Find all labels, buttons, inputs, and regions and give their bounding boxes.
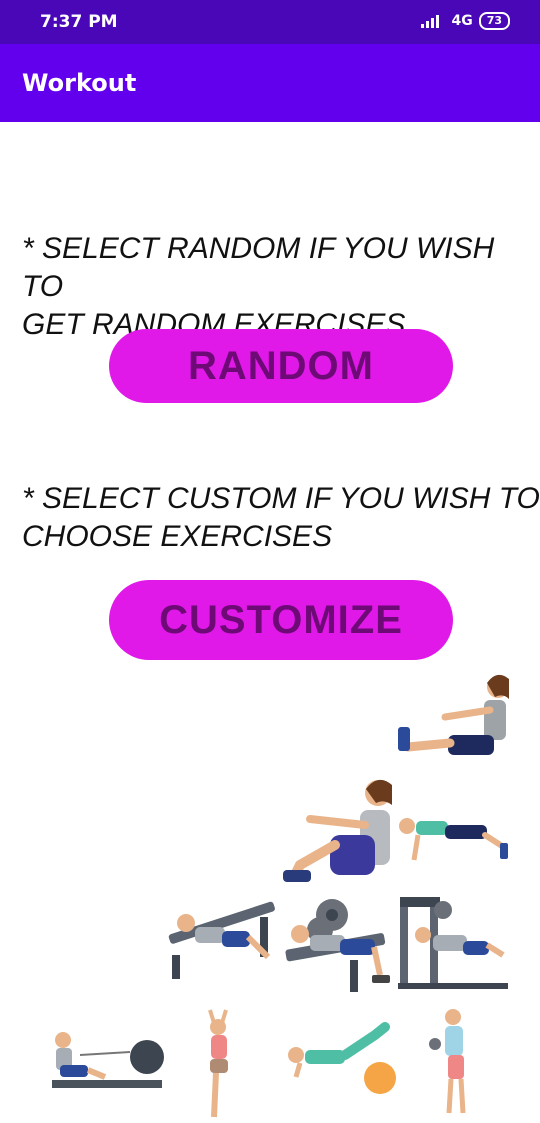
- v-sit-man-figure: [398, 674, 509, 755]
- custom-instruction: * SELECT CUSTOM IF YOU WISH TO CHOOSE EX…: [22, 480, 540, 556]
- big-v-sit-man-figure: [283, 779, 392, 882]
- dumbbell-man-figure: [429, 1009, 466, 1114]
- pushup-figure: [399, 818, 508, 861]
- status-icons: 4G 73: [421, 12, 510, 30]
- battery-level: 73: [486, 14, 502, 27]
- customize-button[interactable]: CUSTOMIZE: [109, 580, 453, 660]
- status-time: 7:37 PM: [40, 12, 118, 32]
- incline-bench-figure: [168, 901, 275, 979]
- machine-press-figure: [398, 897, 508, 989]
- custom-instruction-line-2: CHOOSE EXERCISES: [22, 520, 333, 553]
- bench-press-figure: [285, 899, 390, 992]
- page-title: Workout: [22, 69, 137, 97]
- yoga-pose-figure: [208, 1009, 228, 1118]
- custom-instruction-line-1: * SELECT CUSTOM IF YOU WISH TO: [22, 482, 540, 515]
- random-instruction: * SELECT RANDOM IF YOU WISH TO GET RANDO…: [22, 230, 540, 344]
- random-instruction-line-1: * SELECT RANDOM IF YOU WISH TO: [22, 232, 495, 303]
- rowing-machine-figure: [52, 1032, 164, 1088]
- workout-exercises-illustration: [52, 674, 509, 1118]
- battery-icon: 73: [478, 12, 510, 30]
- stability-ball-figure: [288, 1022, 396, 1094]
- signal-icon: [421, 14, 440, 28]
- random-button[interactable]: RANDOM: [109, 329, 453, 403]
- app-bar: Workout: [0, 44, 540, 122]
- status-bar: 7:37 PM 4G 73: [0, 0, 540, 44]
- network-type: 4G: [451, 13, 473, 29]
